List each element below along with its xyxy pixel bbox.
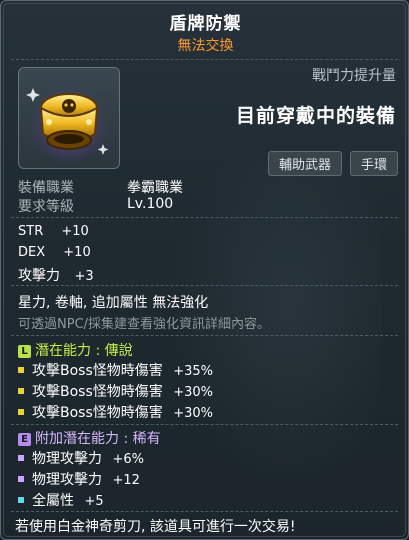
divider bbox=[11, 424, 398, 425]
stat-value: +3 bbox=[74, 269, 94, 284]
stat-name: STR bbox=[18, 224, 44, 239]
divider bbox=[11, 285, 398, 286]
divider bbox=[11, 335, 398, 336]
divider bbox=[11, 217, 398, 218]
potential-line-name: 攻擊Boss怪物時傷害 bbox=[32, 405, 163, 421]
divider bbox=[11, 59, 398, 60]
additional-line-value: +5 bbox=[84, 494, 104, 509]
item-icon-frame bbox=[18, 67, 120, 169]
stat-attack: 攻擊力 +3 bbox=[18, 265, 94, 285]
potential-line: 攻擊Boss怪物時傷害 +30% bbox=[18, 381, 213, 401]
additional-line-name: 全屬性 bbox=[32, 493, 74, 509]
potential-line: 攻擊Boss怪物時傷害 +30% bbox=[18, 402, 213, 422]
level-label: 要求等級 bbox=[18, 199, 74, 215]
trade-hint: 若使用白金神奇剪刀, 該道具可進行一次交易! bbox=[15, 519, 296, 535]
additional-line-value: +6% bbox=[112, 452, 144, 467]
enhancement-flags: 星力, 卷軸, 追加屬性 無法強化 bbox=[18, 295, 209, 311]
gold-bracelet-icon bbox=[26, 82, 109, 162]
bullet-icon bbox=[18, 497, 24, 503]
stat-value: +10 bbox=[61, 224, 89, 239]
bullet-icon bbox=[18, 455, 24, 461]
legendary-badge-icon: L bbox=[18, 345, 31, 358]
additional-potential-line: 物理攻擊力 +6% bbox=[18, 448, 144, 468]
divider bbox=[11, 511, 398, 512]
item-tags: 輔助武器 手環 bbox=[267, 151, 398, 176]
potential-header: L 潛在能力 : 傳說 bbox=[18, 340, 133, 360]
potential-line-name: 攻擊Boss怪物時傷害 bbox=[32, 384, 163, 400]
background-weapon-silhouette bbox=[151, 161, 381, 521]
potential-title: 潛在能力 : 傳說 bbox=[35, 343, 133, 359]
tag-bracelet: 手環 bbox=[349, 151, 398, 176]
level-value: Lv.100 bbox=[127, 196, 174, 212]
potential-line-value: +30% bbox=[173, 406, 214, 421]
item-tooltip: 盾牌防禦 無法交換 戰鬥力提升量 目前穿戴中的裝備 輔助武器 手環 裝備職業 拳… bbox=[0, 0, 409, 540]
additional-potential-title: 附加潛在能力 : 稀有 bbox=[35, 431, 161, 447]
stat-str: STR +10 bbox=[18, 224, 89, 239]
additional-line-name: 物理攻擊力 bbox=[32, 472, 102, 488]
additional-potential-line: 物理攻擊力 +12 bbox=[18, 469, 140, 489]
combat-power-label: 戰鬥力提升量 bbox=[312, 68, 396, 84]
stat-name: DEX bbox=[18, 245, 46, 260]
bullet-icon bbox=[18, 388, 24, 394]
potential-line-name: 攻擊Boss怪物時傷害 bbox=[32, 363, 163, 379]
rare-badge-icon: E bbox=[18, 433, 31, 446]
trade-status: 無法交換 bbox=[177, 38, 234, 54]
potential-line-value: +35% bbox=[173, 364, 214, 379]
bullet-icon bbox=[18, 367, 24, 373]
stat-name: 攻擊力 bbox=[18, 268, 60, 284]
equipped-status: 目前穿戴中的裝備 bbox=[235, 105, 396, 127]
stat-value: +10 bbox=[63, 245, 91, 260]
enhancement-hint: 可透過NPC/採集建查看強化資訊詳細內容。 bbox=[18, 317, 271, 332]
job-label: 裝備職業 bbox=[18, 180, 74, 196]
tag-secondary-weapon: 輔助武器 bbox=[267, 151, 342, 176]
potential-line: 攻擊Boss怪物時傷害 +35% bbox=[18, 360, 213, 380]
additional-line-name: 物理攻擊力 bbox=[32, 451, 102, 467]
job-value: 拳霸職業 bbox=[127, 180, 183, 196]
potential-line-value: +30% bbox=[173, 385, 214, 400]
additional-line-value: +12 bbox=[112, 473, 140, 488]
stat-dex: DEX +10 bbox=[18, 245, 91, 260]
additional-potential-header: E 附加潛在能力 : 稀有 bbox=[18, 428, 161, 448]
additional-potential-line: 全屬性 +5 bbox=[18, 490, 104, 510]
item-title: 盾牌防禦 bbox=[169, 14, 242, 34]
bullet-icon bbox=[18, 476, 24, 482]
bullet-icon bbox=[18, 409, 24, 415]
